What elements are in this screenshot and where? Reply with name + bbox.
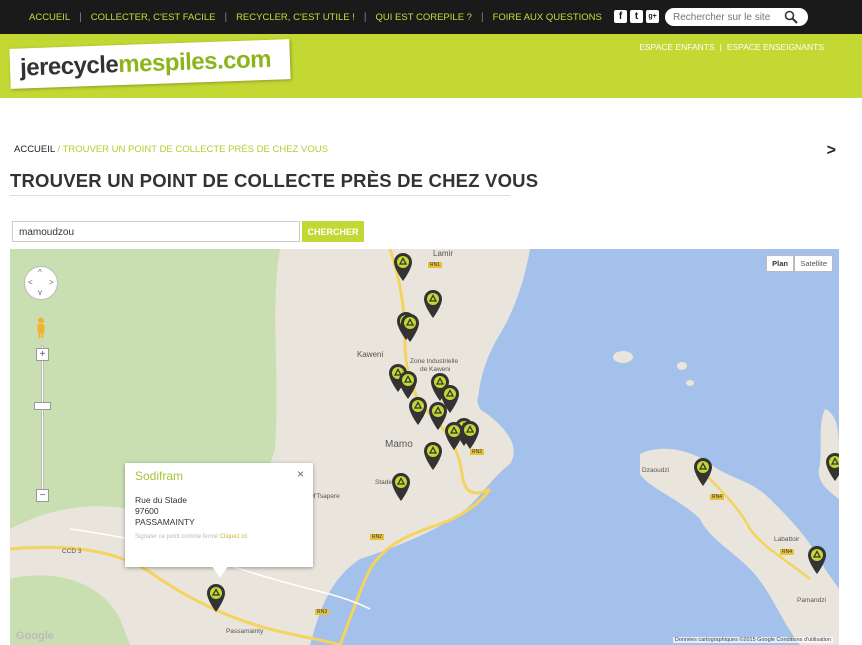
location-search-input[interactable]: [13, 223, 299, 242]
page-title: TROUVER UN POINT DE COLLECTE PRÈS DE CHE…: [10, 170, 539, 191]
road-shield: RN4: [780, 549, 795, 555]
zoom-out-button[interactable]: −: [36, 489, 49, 502]
pan-up-icon[interactable]: ^: [38, 268, 42, 277]
title-divider: [10, 195, 510, 196]
recycle-marker-icon[interactable]: [423, 441, 443, 471]
info-window-street: Rue du Stade: [135, 495, 187, 505]
breadcrumb: ACCUEIL / TROUVER UN POINT DE COLLECTE P…: [14, 144, 328, 155]
search-button[interactable]: CHERCHER: [302, 221, 364, 242]
map-label-mtsapere: M'Tsapere: [310, 493, 340, 500]
recycle-marker-icon[interactable]: [206, 583, 226, 613]
pan-right-icon[interactable]: >: [49, 278, 54, 287]
map-label-lamir: Lamir: [433, 249, 454, 258]
recycle-marker-icon[interactable]: [825, 452, 839, 482]
road-shield: RN4: [710, 494, 725, 500]
top-navigation: ACCUEIL | COLLECTER, C'EST FACILE | RECY…: [0, 0, 862, 34]
espace-enseignants-link[interactable]: ESPACE ENSEIGNANTS: [727, 42, 824, 52]
map-label-zone-industrielle: Zone Industrielle: [410, 358, 459, 365]
recycle-marker-icon[interactable]: [393, 252, 413, 282]
map-label-ccd: CCD 3: [62, 548, 82, 555]
site-logo[interactable]: jerecycle mespiles .com: [9, 39, 291, 89]
info-window-title: Sodifram: [135, 469, 184, 483]
recycle-marker-icon[interactable]: [391, 472, 411, 502]
recycle-marker-icon[interactable]: [400, 313, 420, 343]
zoom-handle[interactable]: [34, 402, 51, 410]
breadcrumb-home[interactable]: ACCUEIL: [14, 144, 55, 155]
nav-item-accueil[interactable]: ACCUEIL: [20, 12, 79, 23]
facebook-icon[interactable]: f: [614, 10, 627, 23]
map-type-satellite-button[interactable]: Satellite: [794, 255, 833, 272]
collection-points-map[interactable]: Lamir Kaweni Zone Industrielle de Kaweni…: [10, 249, 839, 645]
map-label-labattoir: Labattoir: [774, 536, 800, 543]
google-logo[interactable]: Google: [16, 630, 54, 642]
google-plus-icon[interactable]: g+: [646, 10, 659, 23]
map-credits[interactable]: Données cartographiques ©2015 Google Con…: [672, 637, 833, 643]
zoom-in-button[interactable]: +: [36, 348, 49, 361]
site-search-input[interactable]: [673, 11, 783, 23]
map-label-kaweni: Kaweni: [357, 350, 384, 359]
road-shield: RN1: [428, 262, 443, 268]
nav-item-faq[interactable]: FOIRE AUX QUESTIONS: [484, 12, 611, 23]
location-search: [12, 221, 300, 242]
special-spaces: ESPACE ENFANTS | ESPACE ENSEIGNANTS: [639, 42, 824, 52]
social-links: f t g+: [614, 10, 659, 23]
espace-enfants-link[interactable]: ESPACE ENFANTS: [639, 42, 714, 52]
map-type-plan-button[interactable]: Plan: [766, 255, 794, 272]
info-window-city: PASSAMAINTY: [135, 517, 195, 527]
info-window-note: Signaler ce point comme fermé Cliquez ic…: [135, 534, 248, 540]
recycle-marker-icon[interactable]: [423, 289, 443, 319]
info-window-pointer: [212, 566, 228, 578]
breadcrumb-current: / TROUVER UN POINT DE COLLECTE PRÈS DE C…: [57, 144, 328, 155]
search-icon[interactable]: [784, 10, 798, 24]
info-window: Sodifram × Rue du Stade 97600 PASSAMAINT…: [125, 463, 313, 567]
pegman-icon[interactable]: [36, 317, 46, 339]
map-label-passamainty: Passamainty: [226, 628, 264, 635]
info-window-postcode: 97600: [135, 506, 159, 516]
spaces-separator: |: [719, 42, 722, 52]
close-icon[interactable]: ×: [297, 467, 304, 481]
map-label-stade: Stade: [375, 479, 392, 486]
site-search: [665, 8, 808, 26]
nav-item-collecter[interactable]: COLLECTER, C'EST FACILE: [82, 12, 225, 23]
nav-menu: ACCUEIL | COLLECTER, C'EST FACILE | RECY…: [0, 12, 611, 23]
zoom-slider[interactable]: [41, 345, 44, 495]
twitter-icon[interactable]: t: [630, 10, 643, 23]
pan-down-icon[interactable]: v: [38, 288, 42, 297]
pan-left-icon[interactable]: <: [28, 278, 33, 287]
recycle-marker-icon[interactable]: [408, 396, 428, 426]
site-header: jerecycle mespiles .com ESPACE ENFANTS | E…: [0, 34, 862, 98]
map-label-pamandzi: Pamandzi: [797, 597, 826, 604]
recycle-marker-icon[interactable]: [807, 545, 827, 575]
nav-item-recycler[interactable]: RECYCLER, C'EST UTILE !: [227, 12, 364, 23]
road-shield: RN2: [370, 534, 385, 540]
map-label-dzaoudzi: Dzaoudzi: [642, 467, 670, 474]
map-label-mamoudzou: Mamo: [385, 439, 413, 450]
chevron-right-icon[interactable]: >: [827, 142, 836, 160]
report-closed-link[interactable]: Cliquez ici: [220, 534, 247, 540]
road-shield: RN3: [315, 609, 330, 615]
recycle-marker-icon[interactable]: [693, 457, 713, 487]
recycle-marker-icon[interactable]: [460, 420, 480, 450]
nav-item-corepile[interactable]: QUI EST COREPILE ?: [367, 12, 481, 23]
pan-control[interactable]: ^ < > v: [24, 266, 58, 300]
